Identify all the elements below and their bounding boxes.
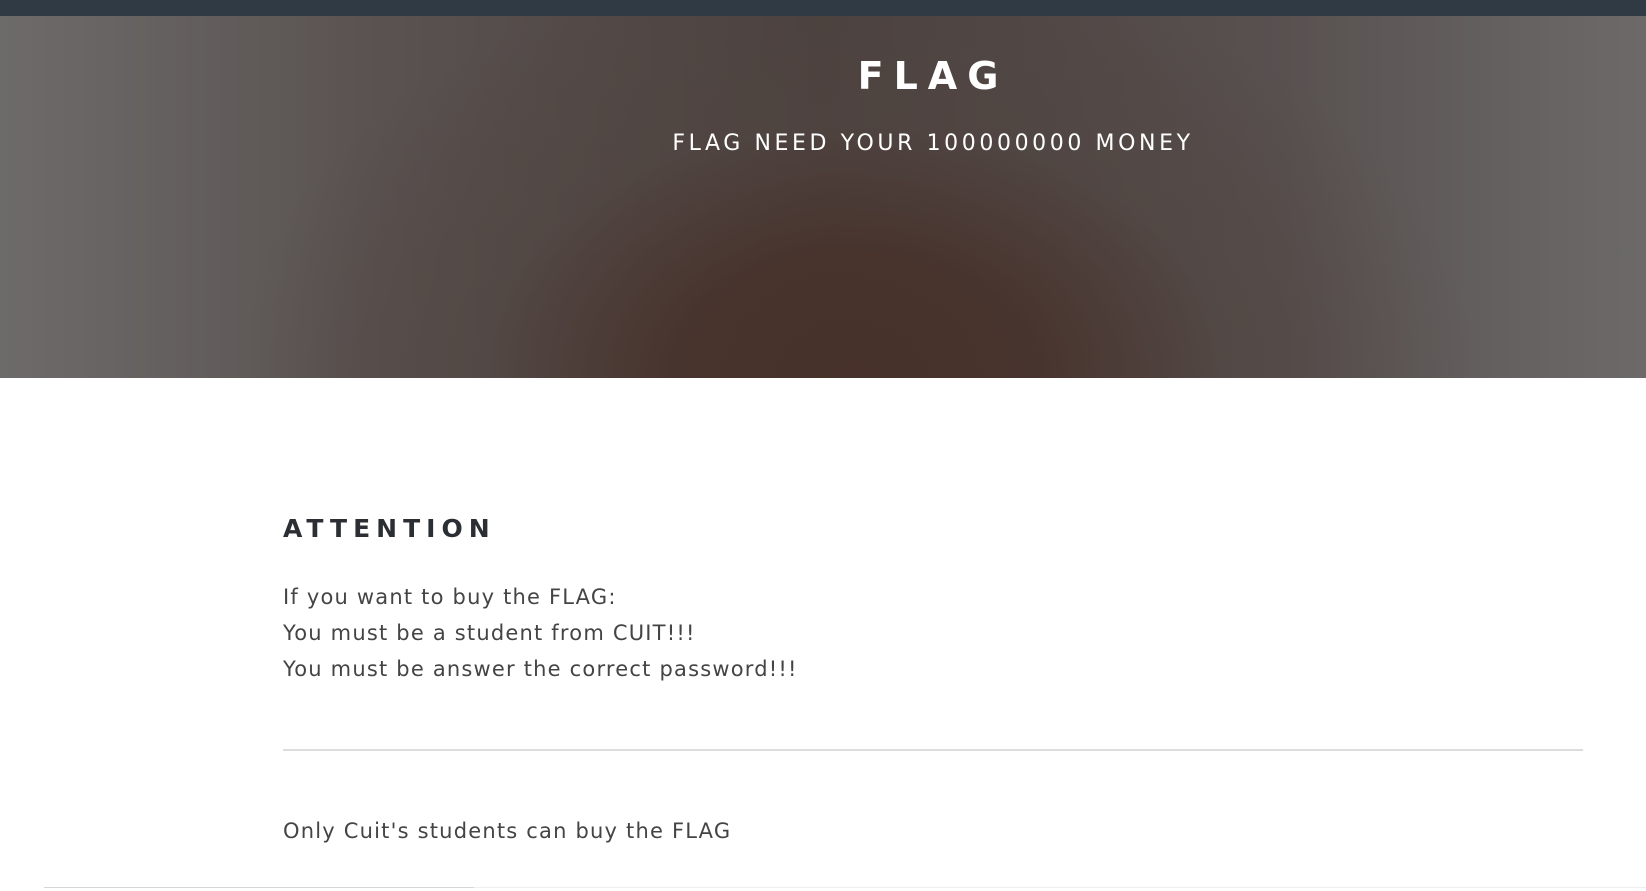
info-line: You must be answer the correct password!…	[283, 657, 798, 681]
info-line: You must be a student from CUIT!!!	[283, 621, 696, 645]
page-title: FLAG	[857, 54, 1009, 98]
bottom-panel-edge	[44, 887, 474, 888]
student-note: Only Cuit's students can buy the FLAG	[283, 819, 732, 843]
page-subtitle: FLAG NEED YOUR 100000000 MONEY	[672, 131, 1194, 156]
hero-banner: FLAG FLAG NEED YOUR 100000000 MONEY	[0, 16, 1646, 378]
top-nav-bar	[0, 0, 1646, 16]
divider	[283, 749, 1583, 751]
attention-heading: ATTENTION	[283, 514, 496, 543]
bottom-panel-edge-faint	[474, 887, 1646, 888]
info-line: If you want to buy the FLAG:	[283, 585, 617, 609]
attention-text: If you want to buy the FLAG: You must be…	[283, 579, 798, 687]
